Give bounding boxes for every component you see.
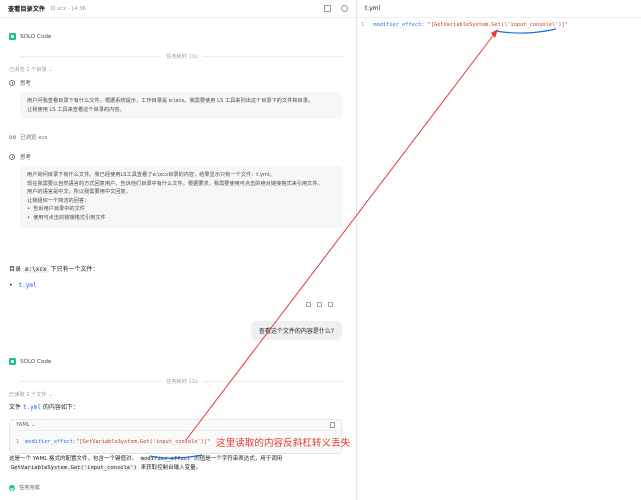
agent-header: SOLO Code bbox=[0, 33, 356, 40]
thinking-text: 让我组织一个简洁的回答： bbox=[27, 197, 90, 204]
titlebar-tools bbox=[324, 5, 348, 12]
code-key: modifier_effect: bbox=[373, 22, 428, 28]
read-files-toggle[interactable]: 已读取 1 个文件 ⌄ bbox=[0, 391, 356, 398]
explanation-code: modifier_effect bbox=[138, 456, 193, 462]
viewed-path[interactable]: oo 已浏览 xcx bbox=[0, 133, 356, 142]
code-value: "[GetVariableSystem.Get('input_console')… bbox=[76, 439, 211, 445]
check-circle-icon bbox=[9, 484, 15, 491]
thinking-text: 用户问我查看目录下有什么文件。根据系统提示，工作目录是 e:\xcx。我需要使用… bbox=[27, 98, 314, 104]
thinking-bullet: 使用可点击的链接格式引用文件 bbox=[27, 214, 335, 223]
task-time-separator: 任务耗时 11s bbox=[0, 378, 356, 385]
file-intro-prefix: 文件 bbox=[9, 404, 22, 411]
explanation-code: GetVariableSystem.Get('input_console') bbox=[9, 465, 139, 471]
copy-icon[interactable] bbox=[330, 422, 335, 428]
answer-suffix: 下只有一个文件： bbox=[50, 266, 99, 273]
editor-line[interactable]: 1 modifier_effect: "[GetVariableSystem.G… bbox=[361, 22, 568, 28]
more-icon[interactable] bbox=[341, 5, 348, 12]
editor-filename: t.yml bbox=[365, 5, 381, 12]
thinking-bullet: 告诉用户目录中的文件 bbox=[27, 205, 335, 214]
new-window-icon[interactable] bbox=[324, 5, 331, 12]
thinking-bullets: 告诉用户目录中的文件 使用可点击的链接格式引用文件 bbox=[27, 205, 335, 222]
solo-logo-icon bbox=[9, 358, 16, 365]
chat-pane: 查看目录文件 xcx · 14:36 SOLO Code 任务耗时 11s 已浏… bbox=[0, 0, 356, 500]
thinking-label: 思考 bbox=[20, 81, 31, 87]
viewed-dirs-toggle[interactable]: 已浏览 1 个目录 ⌄ bbox=[0, 66, 356, 73]
thinking-header[interactable]: 思考 bbox=[0, 153, 356, 161]
line-number: 1 bbox=[361, 22, 365, 28]
editor-pane: t.yml 1 modifier_effect: "[GetVariableSy… bbox=[357, 0, 641, 500]
chat-subtitle: xcx · 14:36 bbox=[51, 6, 86, 12]
agent-header: SOLO Code bbox=[0, 358, 356, 365]
task-time-separator: 任务耗时 11s bbox=[0, 53, 356, 60]
glasses-icon: oo bbox=[9, 133, 17, 141]
answer-path-code: e:\xcx bbox=[22, 266, 49, 273]
agent-name: SOLO Code bbox=[20, 33, 52, 40]
viewed-path-label: 已浏览 xcx bbox=[20, 135, 48, 141]
file-link[interactable]: t.yml bbox=[23, 404, 41, 411]
task-time: 任务耗时 11s bbox=[166, 54, 198, 60]
explanation-part: 这是一个 YAML 格式的配置文件，包含一个键值对。 bbox=[9, 456, 138, 462]
chat-titlebar: 查看目录文件 xcx · 14:36 bbox=[0, 0, 356, 18]
file-intro: 文件 t.yml 的内容如下： bbox=[0, 403, 356, 413]
explanation-part: 来获取控制台输入变量。 bbox=[140, 465, 202, 471]
code-language-select[interactable]: YAML ⌄ bbox=[16, 422, 36, 428]
thinking-header[interactable]: 思考 bbox=[0, 79, 356, 87]
thinking-text: 用户的语言是中文，所以我需要用中文回复。 bbox=[27, 189, 131, 196]
user-message: 查看这个文件的内容是什么? bbox=[250, 321, 342, 340]
folder-icon bbox=[51, 6, 56, 10]
thinking-text: 让我使用 LS 工具来查看这个目录的内容。 bbox=[27, 106, 125, 113]
code-key: modifier_effect: bbox=[25, 439, 77, 445]
solo-logo-icon bbox=[9, 33, 16, 40]
agent-name: SOLO Code bbox=[20, 358, 52, 365]
explanation-text: 这是一个 YAML 格式的配置文件，包含一个键值对。 modifier_effe… bbox=[0, 455, 356, 473]
answer-text: 目录 e:\xcx 下只有一个文件： bbox=[0, 265, 356, 275]
copy-icon[interactable] bbox=[328, 302, 333, 307]
thinking-box: 用户询问目录下有什么文件。我已经使用LS工具查看了e:\xcx目录的内容，结果显… bbox=[20, 166, 342, 228]
file-link[interactable]: t.yml bbox=[19, 282, 37, 289]
message-actions bbox=[0, 302, 356, 307]
editor-tab[interactable]: t.yml bbox=[357, 0, 641, 18]
thumbs-down-icon[interactable] bbox=[317, 302, 322, 307]
file-list-item: • t.yml bbox=[9, 282, 37, 289]
explanation-part: 的值是一个字符串表达式，用于调用 bbox=[194, 456, 283, 462]
code-value: "[GetVariableSystem.Get(\'input_console\… bbox=[427, 22, 568, 28]
thinking-box: 用户问我查看目录下有什么文件。根据系统提示，工作目录是 e:\xcx。我需要使用… bbox=[20, 92, 342, 120]
thinking-icon bbox=[9, 80, 15, 86]
thinking-text: 现在我需要以自然语言的方式回复用户，告诉他们目录中有什么文件。根据要求，我需要使… bbox=[27, 180, 323, 187]
thumbs-up-icon[interactable] bbox=[306, 302, 311, 307]
task-status: 任务完成 bbox=[0, 484, 356, 491]
task-status-label: 任务完成 bbox=[19, 485, 40, 491]
code-block-header: YAML ⌄ bbox=[10, 420, 341, 431]
chat-title: 查看目录文件 bbox=[8, 6, 46, 13]
annotation-text: 这里读取的内容反斜杠转义丢失 bbox=[216, 438, 351, 449]
thinking-text: 用户询问目录下有什么文件。我已经使用LS工具查看了e:\xcx目录的内容，结果显… bbox=[27, 172, 275, 178]
thinking-icon bbox=[9, 154, 15, 160]
task-time: 任务耗时 11s bbox=[166, 379, 198, 385]
file-intro-suffix: 的内容如下： bbox=[42, 404, 79, 411]
thinking-label: 思考 bbox=[20, 155, 31, 161]
line-number: 1 bbox=[16, 439, 20, 445]
chat-path: xcx · 14:36 bbox=[57, 5, 86, 12]
answer-prefix: 目录 bbox=[9, 266, 22, 273]
